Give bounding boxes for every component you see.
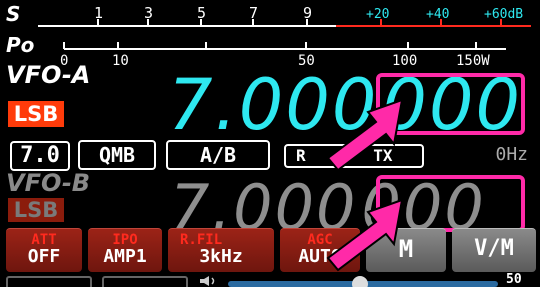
po-tick-10: 10 bbox=[112, 53, 129, 66]
bottom-key-2[interactable] bbox=[102, 276, 188, 287]
po-meter-label: Po bbox=[6, 33, 35, 57]
s-tick-7: 7 bbox=[249, 4, 258, 22]
clarifier-offset: 0Hz bbox=[495, 144, 528, 165]
volume-slider-thumb[interactable] bbox=[352, 276, 368, 287]
pointer-arrow-icon bbox=[326, 98, 404, 172]
vm-key[interactable]: V/M bbox=[452, 228, 536, 272]
s-tick-9: 9 bbox=[303, 4, 312, 22]
vfo-b-label: VFO-B bbox=[6, 169, 91, 197]
radio-display: { "s_meter": { "label": "S", "scale": ["… bbox=[0, 0, 540, 287]
s-tick-plus60: +60dB bbox=[484, 7, 523, 22]
s-meter-scale: 1 3 5 7 9 +20 +40 +60dB bbox=[38, 4, 531, 27]
s-tick-5: 5 bbox=[197, 4, 206, 22]
s-tick-plus40: +40 bbox=[426, 7, 449, 22]
att-key[interactable]: ATT OFF bbox=[6, 228, 82, 272]
vfo-a-label: VFO-A bbox=[6, 61, 91, 89]
s-tick-1: 1 bbox=[94, 4, 103, 22]
ipo-key[interactable]: IPO AMP1 bbox=[88, 228, 162, 272]
speaker-icon bbox=[200, 276, 215, 286]
volume-value: 50 bbox=[506, 272, 522, 287]
pointer-arrow-icon bbox=[326, 198, 404, 272]
qmb-button[interactable]: QMB bbox=[78, 140, 156, 170]
rfil-key[interactable]: R.FIL 3kHz bbox=[168, 228, 274, 272]
bottom-key-1[interactable] bbox=[6, 276, 92, 287]
s-meter-label: S bbox=[6, 2, 21, 26]
step-button[interactable]: 7.0 bbox=[10, 141, 70, 171]
ab-button[interactable]: A/B bbox=[166, 140, 270, 170]
ipo-key-value: AMP1 bbox=[103, 246, 147, 267]
rx-label: R bbox=[296, 146, 306, 165]
po-meter-scale: 0 10 50 100 150W bbox=[60, 42, 506, 66]
s-tick-plus20: +20 bbox=[366, 7, 389, 22]
s-tick-3: 3 bbox=[144, 4, 153, 22]
vfo-a-mode-badge[interactable]: LSB bbox=[8, 101, 64, 127]
vm-key-label: V/M bbox=[474, 236, 514, 261]
rfil-key-value: 3kHz bbox=[199, 246, 243, 267]
vfo-b-mode-badge[interactable]: LSB bbox=[8, 198, 64, 222]
att-key-value: OFF bbox=[27, 246, 61, 267]
